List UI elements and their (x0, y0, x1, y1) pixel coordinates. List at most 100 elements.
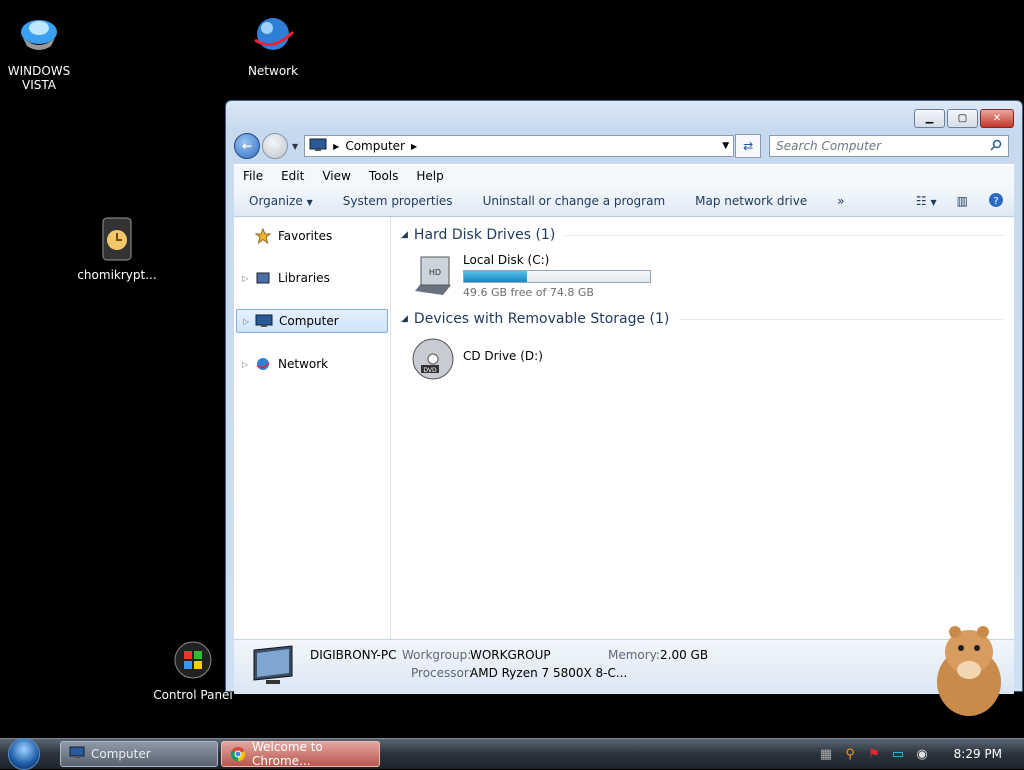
desktop-icon-network[interactable]: Network (228, 12, 318, 78)
collapse-triangle-icon[interactable]: ◢ (401, 314, 408, 324)
network-globe-icon (249, 12, 297, 60)
hamster-gadget-image[interactable] (925, 620, 1007, 720)
system-properties-button[interactable]: System properties (328, 194, 468, 208)
preview-pane-icon[interactable]: ▥ (957, 194, 968, 208)
group-header-removable[interactable]: ◢ Devices with Removable Storage (1) (401, 309, 1004, 329)
nav-item-label: Libraries (278, 271, 330, 285)
desktop-icon-label: Network (247, 64, 299, 78)
desktop-icon-label: chomikrypt... (77, 268, 157, 282)
organize-label: Organize (249, 194, 303, 208)
desktop-icon-windows-vista[interactable]: WINDOWS VISTA (0, 12, 84, 92)
computer-monitor-icon (252, 644, 296, 688)
group-header-hard-disks[interactable]: ◢ Hard Disk Drives (1) (401, 225, 1004, 245)
tray-search-icon[interactable]: ⚲ (842, 746, 858, 762)
help-icon[interactable]: ? (988, 192, 1004, 211)
back-button[interactable]: ← (234, 133, 260, 159)
navigation-pane: Favorites ▷ Libraries ▷ Computer ▷ Netwo… (234, 217, 391, 639)
main-pane: ◢ Hard Disk Drives (1) HD Local Disk (C:… (391, 217, 1014, 639)
menu-file[interactable]: File (234, 169, 272, 183)
maximize-button[interactable]: ▢ (947, 109, 978, 128)
computer-small-icon (309, 138, 327, 155)
start-button[interactable] (4, 738, 44, 770)
nav-item-label: Favorites (278, 229, 333, 243)
control-panel-icon (169, 636, 217, 684)
computer-small-icon (69, 746, 85, 762)
explorer-window: ▁ ▢ ✕ ← → ▼ ▶ Computer ▶ ▼ ⇄ Search Comp… (225, 100, 1023, 694)
uninstall-program-button[interactable]: Uninstall or change a program (468, 194, 681, 208)
drive-item-cd-drive[interactable]: DVD CD Drive (D:) (409, 335, 1004, 383)
nav-item-label: Network (278, 357, 329, 371)
task-label: Computer (91, 747, 151, 761)
svg-text:DVD: DVD (423, 367, 437, 374)
hard-disk-icon: HD (409, 251, 457, 299)
menu-view[interactable]: View (313, 169, 359, 183)
system-tray: ▦ ⚲ ⚑ ▭ ◉ 8:29 PM (810, 739, 1024, 769)
nav-item-computer[interactable]: ▷ Computer (236, 309, 388, 333)
clock-file-icon (93, 216, 141, 264)
map-network-drive-button[interactable]: Map network drive (680, 194, 822, 208)
recent-pages-dropdown[interactable]: ▼ (292, 142, 298, 151)
expand-arrow-icon[interactable]: ▷ (242, 360, 254, 369)
taskbar-item-chrome[interactable]: Welcome to Chrome... (221, 740, 380, 768)
menu-bar: File Edit View Tools Help (234, 164, 1014, 187)
search-placeholder: Search Computer (776, 139, 882, 153)
drive-item-local-disk[interactable]: HD Local Disk (C:) 49.6 GB free of 74.8 … (409, 251, 1004, 299)
expand-arrow-icon[interactable]: ▷ (243, 317, 255, 326)
desktop-icon-chomikrypt[interactable]: chomikrypt... (72, 216, 162, 282)
drive-name: CD Drive (D:) (463, 349, 543, 363)
breadcrumb-computer[interactable]: Computer (345, 139, 405, 153)
processor-value: AMD Ryzen 7 5800X 8-C... (470, 666, 628, 680)
chevron-down-icon: ▼ (306, 198, 313, 207)
organize-button[interactable]: Organize ▼ (234, 194, 328, 208)
dvd-drive-icon: DVD (409, 335, 457, 383)
search-icon[interactable] (990, 139, 1002, 154)
desktop-icon-label: WINDOWS VISTA (7, 64, 71, 92)
clock[interactable]: 8:29 PM (954, 747, 1002, 761)
address-bar[interactable]: ▶ Computer ▶ ▼ (304, 135, 735, 157)
tray-app-icon[interactable]: ▦ (818, 746, 834, 762)
chrome-icon (230, 746, 246, 762)
nav-item-network[interactable]: ▷ Network (236, 353, 388, 375)
details-pane: DIGIBRONY-PC Workgroup: WORKGROUP Memory… (234, 639, 1014, 694)
menu-tools[interactable]: Tools (360, 169, 408, 183)
forward-button[interactable]: → (262, 133, 288, 159)
memory-label: Memory: (608, 648, 660, 662)
collapse-triangle-icon[interactable]: ◢ (401, 230, 408, 240)
task-label: Welcome to Chrome... (252, 740, 323, 768)
computer-icon (255, 313, 273, 329)
group-title: Hard Disk Drives (1) (413, 227, 556, 243)
memory-value: 2.00 GB (660, 648, 709, 662)
menu-edit[interactable]: Edit (272, 169, 313, 183)
menu-help[interactable]: Help (407, 169, 452, 183)
breadcrumb-arrow-icon[interactable]: ▶ (411, 142, 417, 151)
divider (679, 318, 1004, 320)
drive-usage-bar (463, 270, 651, 283)
svg-text:HD: HD (429, 268, 441, 277)
processor-label: Processor: (411, 666, 473, 680)
divider (565, 234, 1004, 236)
navigation-bar: ← → ▼ ▶ Computer ▶ ▼ ⇄ Search Computer (234, 133, 1014, 159)
breadcrumb-arrow-icon[interactable]: ▶ (333, 142, 339, 151)
workgroup-value: WORKGROUP (470, 648, 551, 662)
more-commands-icon[interactable]: » (822, 194, 859, 208)
taskbar-item-computer[interactable]: Computer (60, 741, 218, 767)
address-dropdown-icon[interactable]: ▼ (722, 141, 729, 151)
expand-arrow-icon[interactable]: ▷ (242, 274, 254, 283)
libraries-icon (254, 270, 272, 286)
nav-item-favorites[interactable]: Favorites (236, 225, 388, 247)
search-input[interactable]: Search Computer (769, 135, 1010, 157)
nav-item-libraries[interactable]: ▷ Libraries (236, 267, 388, 289)
action-center-flag-icon[interactable]: ⚑ (866, 746, 882, 762)
taskbar: Computer Welcome to Chrome... ▦ ⚲ ⚑ ▭ ◉ … (0, 738, 1024, 770)
change-view-icon[interactable]: ☷ ▼ (916, 194, 937, 208)
network-icon (254, 356, 272, 372)
group-title: Devices with Removable Storage (1) (413, 311, 670, 327)
windows-orb-icon (8, 738, 40, 770)
svg-text:?: ? (993, 196, 998, 207)
caption-buttons: ▁ ▢ ✕ (912, 109, 1014, 128)
volume-icon[interactable]: ◉ (914, 746, 930, 762)
refresh-button[interactable]: ⇄ (735, 134, 762, 158)
network-tray-icon[interactable]: ▭ (890, 746, 906, 762)
close-button[interactable]: ✕ (980, 109, 1014, 128)
minimize-button[interactable]: ▁ (914, 109, 945, 128)
